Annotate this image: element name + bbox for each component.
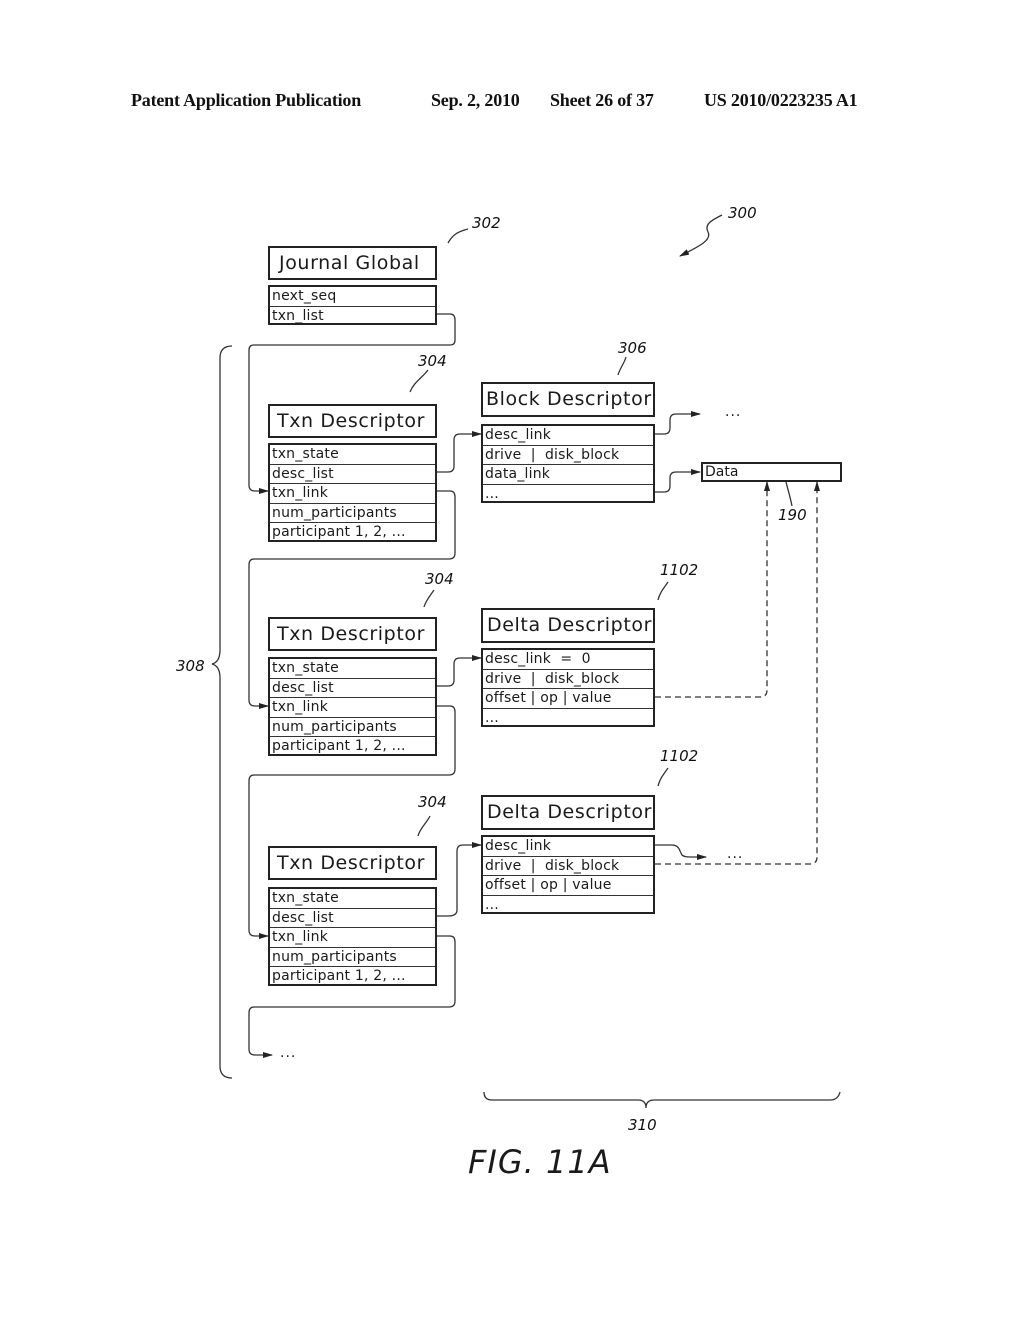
journal-global-fields: next_seq txn_list — [268, 285, 437, 325]
journal-global-title-box: Journal Global — [268, 246, 437, 280]
field-txn-list: txn_list — [272, 307, 324, 324]
txn-descriptor-fields: txn_state desc_list txn_link num_partici… — [268, 443, 437, 542]
field-num-participants: num_participants — [270, 504, 435, 523]
field-num-participants: num_participants — [270, 948, 435, 967]
field-offset-op-value: offset | op | value — [483, 689, 653, 709]
link-delta-desc — [655, 844, 707, 860]
leader-1102b — [657, 767, 669, 787]
field-desc-link: desc_link — [483, 837, 653, 857]
leader-1102a — [657, 581, 669, 601]
data-block: Data — [701, 462, 842, 482]
leader-304b — [423, 589, 435, 608]
ref-304: 304 — [418, 793, 447, 811]
txn-descriptor-title-box: Txn Descriptor — [268, 617, 437, 651]
link-desc-list-2 — [437, 655, 482, 687]
field-data-link: data_link — [483, 465, 653, 485]
field-participants: participant 1, 2, ... — [272, 524, 406, 540]
field-more: ... — [485, 485, 499, 502]
dashed-delta1-to-data — [655, 481, 770, 698]
dashed-delta2-to-data — [655, 481, 820, 865]
ref-308: 308 — [176, 657, 205, 675]
leader-304c — [417, 815, 431, 837]
figure-label: FIG. 11A — [468, 1143, 612, 1181]
txn-descriptor-title: Txn Descriptor — [277, 410, 426, 432]
link-desc-list-1 — [437, 431, 482, 473]
delta-descriptor-title-box: Delta Descriptor — [481, 795, 655, 830]
link-desc-list-3 — [437, 842, 482, 917]
field-drive-disk-block: drive | disk_block — [483, 446, 653, 465]
leader-300 — [679, 214, 723, 257]
delta-descriptor-title: Delta Descriptor — [487, 801, 653, 823]
ref-1102: 1102 — [660, 561, 699, 579]
field-txn-state: txn_state — [270, 445, 435, 465]
ref-190: 190 — [778, 506, 807, 524]
field-desc-link: desc_link — [483, 426, 653, 446]
field-more: ... — [485, 896, 499, 913]
leader-304a — [409, 369, 429, 393]
ref-310: 310 — [628, 1116, 657, 1134]
link-block-desc — [655, 411, 701, 435]
field-offset-op-value: offset | op | value — [483, 876, 653, 896]
field-desc-list: desc_list — [270, 909, 435, 928]
field-desc-list: desc_list — [270, 679, 435, 698]
field-txn-link: txn_link — [270, 484, 435, 504]
field-participants: participant 1, 2, ... — [272, 738, 406, 754]
field-participants: participant 1, 2, ... — [272, 968, 406, 984]
delta-descriptor-title-box: Delta Descriptor — [481, 608, 655, 643]
txn-descriptor-title: Txn Descriptor — [277, 852, 426, 874]
txn-descriptor-fields: txn_state desc_list txn_link num_partici… — [268, 887, 437, 986]
block-descriptor-title-box: Block Descriptor — [481, 382, 655, 417]
field-txn-link: txn_link — [270, 698, 435, 718]
field-num-participants: num_participants — [270, 718, 435, 737]
ref-304: 304 — [425, 570, 454, 588]
continuation-ellipsis: ... — [727, 846, 744, 862]
delta-descriptor-fields: desc_link drive | disk_block offset | op… — [481, 835, 655, 914]
field-txn-state: txn_state — [270, 659, 435, 679]
ref-306: 306 — [618, 339, 647, 357]
ref-300: 300 — [728, 204, 757, 222]
leader-306 — [617, 356, 627, 376]
txn-descriptor-title: Txn Descriptor — [277, 623, 426, 645]
block-descriptor-title: Block Descriptor — [486, 388, 652, 410]
continuation-ellipsis: ... — [280, 1045, 297, 1061]
delta-descriptor-title: Delta Descriptor — [487, 614, 653, 636]
field-txn-link: txn_link — [270, 928, 435, 948]
delta-descriptor-fields: desc_link = 0 drive | disk_block offset … — [481, 648, 655, 727]
block-descriptor-fields: desc_link drive | disk_block data_link .… — [481, 424, 655, 503]
ref-304: 304 — [418, 352, 447, 370]
txn-descriptor-title-box: Txn Descriptor — [268, 846, 437, 880]
field-more: ... — [485, 709, 499, 726]
field-next-seq: next_seq — [270, 287, 435, 307]
field-desc-list: desc_list — [270, 465, 435, 484]
txn-descriptor-title-box: Txn Descriptor — [268, 404, 437, 438]
field-desc-link: desc_link = 0 — [483, 650, 653, 670]
link-data — [655, 469, 701, 493]
leader-302 — [447, 228, 469, 244]
journal-global-title: Journal Global — [279, 252, 420, 274]
txn-descriptor-fields: txn_state desc_list txn_link num_partici… — [268, 657, 437, 756]
brace-308 — [211, 345, 233, 1079]
leader-190 — [785, 481, 793, 507]
field-drive-disk-block: drive | disk_block — [483, 670, 653, 689]
ref-1102: 1102 — [660, 747, 699, 765]
field-txn-state: txn_state — [270, 889, 435, 909]
brace-310 — [483, 1091, 841, 1109]
ref-302: 302 — [472, 214, 501, 232]
continuation-ellipsis: ... — [725, 404, 742, 420]
field-drive-disk-block: drive | disk_block — [483, 857, 653, 876]
